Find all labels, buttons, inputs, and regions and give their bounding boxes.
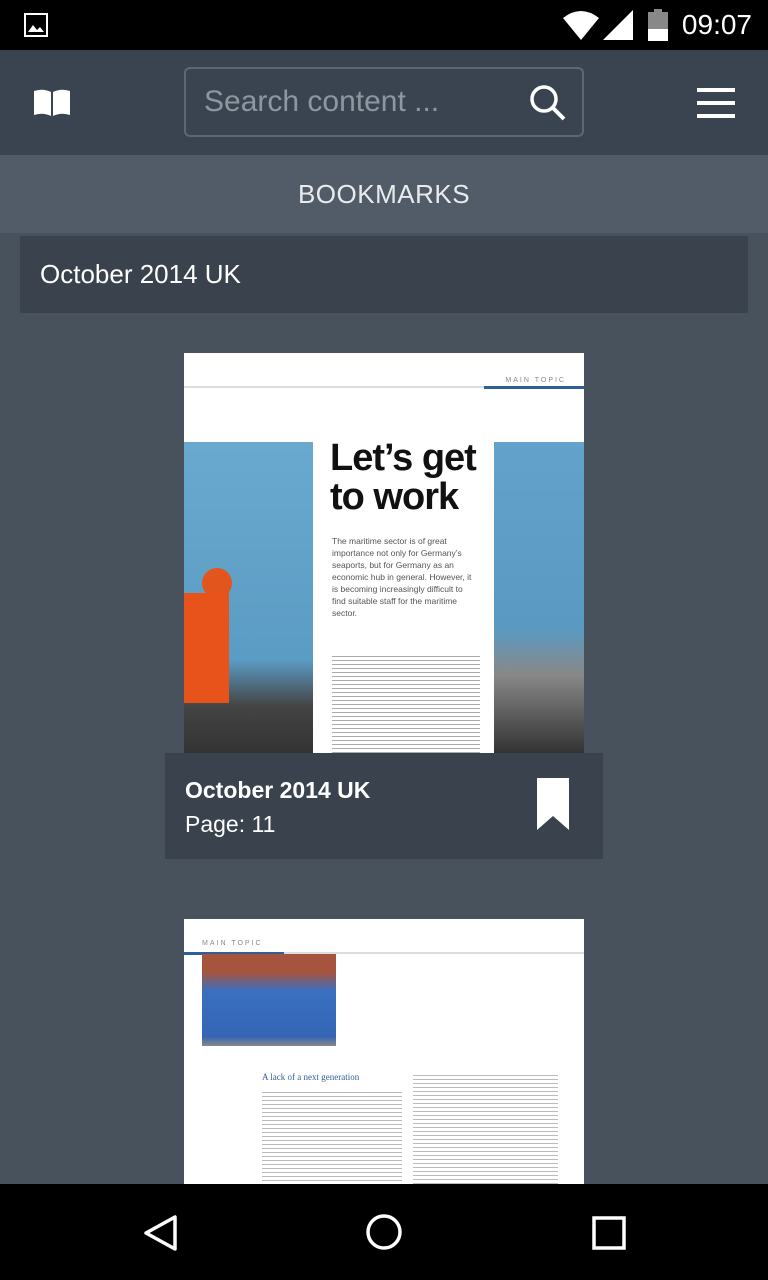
section-title: October 2014 UK: [40, 259, 241, 289]
bookmark-caption[interactable]: October 2014 UK Page: 11: [165, 753, 603, 859]
thumb-intro: The maritime sector is of great importan…: [332, 536, 472, 618]
thumb-heading: Let’s get to work: [330, 437, 477, 518]
bookmark-icon[interactable]: [537, 778, 569, 830]
thumb-photo-right: [494, 442, 584, 753]
search-input[interactable]: [204, 69, 514, 135]
app-bar: [0, 50, 768, 155]
image-icon: [24, 13, 48, 37]
battery-icon: [648, 9, 668, 41]
thumb-label: MAIN TOPIC: [202, 940, 263, 947]
bookmark-title: October 2014 UK: [185, 777, 371, 803]
thumb-heading: A lack of a next generation: [262, 1072, 360, 1082]
recents-icon[interactable]: [592, 1216, 626, 1250]
tab-bookmarks[interactable]: BOOKMARKS: [0, 155, 768, 233]
search-box: [184, 67, 584, 137]
status-bar: 09:07: [0, 0, 768, 50]
section-header: October 2014 UK: [20, 236, 748, 313]
tab-label: BOOKMARKS: [297, 178, 471, 209]
bookmark-thumbnail[interactable]: MAIN TOPIC A lack of a next generation: [184, 919, 584, 1184]
hamburger-icon[interactable]: [697, 88, 735, 118]
thumb-photo: [202, 954, 336, 1046]
clock: 09:07: [681, 9, 752, 40]
thumb-label: MAIN TOPIC: [505, 377, 566, 384]
navigation-bar: [0, 1184, 768, 1280]
bookmark-thumbnail[interactable]: MAIN TOPIC Let’s get to work The maritim…: [184, 353, 584, 753]
home-icon[interactable]: [365, 1213, 403, 1251]
signal-icon: [603, 10, 633, 40]
bookmark-page: Page: 11: [185, 811, 276, 837]
open-book-icon[interactable]: [32, 88, 72, 118]
wifi-icon: [563, 11, 599, 40]
search-icon[interactable]: [529, 84, 567, 122]
back-icon[interactable]: [142, 1214, 178, 1252]
